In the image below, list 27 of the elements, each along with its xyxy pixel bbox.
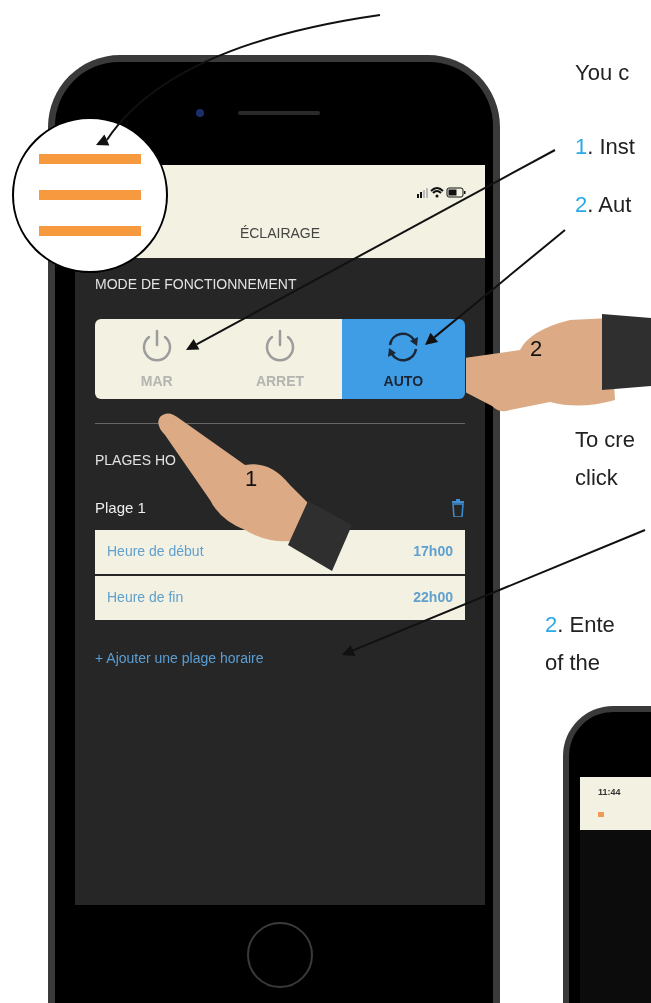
intro-text: You c xyxy=(575,59,630,87)
section-label: PLAGES HO xyxy=(95,451,176,470)
step-text: 2. Ente xyxy=(545,611,615,639)
row-value: 22h00 xyxy=(413,588,453,607)
note-text: click xyxy=(575,464,618,492)
step-text: of the xyxy=(545,649,601,677)
step-text: 1. Inst xyxy=(575,133,635,161)
trash-icon[interactable] xyxy=(451,499,465,518)
hand-number: 1 xyxy=(245,465,258,493)
camera-icon xyxy=(196,109,204,117)
mode-option[interactable]: AUTO xyxy=(341,319,465,399)
status-time: 11:44 xyxy=(598,786,622,799)
mode-option[interactable]: MAR xyxy=(95,319,219,399)
status-icons xyxy=(417,185,467,199)
step-text: 2. Aut xyxy=(575,191,632,219)
time-row[interactable]: Heure de fin 22h00 xyxy=(95,575,465,620)
screen-title: ÉCLAIRAGE xyxy=(239,224,321,243)
row-label: Heure de début xyxy=(107,542,204,561)
add-slot-link[interactable]: + Ajouter une plage horaire xyxy=(95,647,264,669)
section-label: MODE DE FONCTIONNEMENT xyxy=(95,275,297,294)
home-button[interactable] xyxy=(247,922,313,988)
slot-title: Plage 1 xyxy=(95,498,146,518)
note-text: To cre xyxy=(575,426,635,454)
row-value: 17h00 xyxy=(413,542,453,561)
hand-number: 2 xyxy=(530,335,543,363)
mode-option[interactable]: ARRET xyxy=(218,319,342,399)
row-label: Heure de fin xyxy=(107,588,184,607)
